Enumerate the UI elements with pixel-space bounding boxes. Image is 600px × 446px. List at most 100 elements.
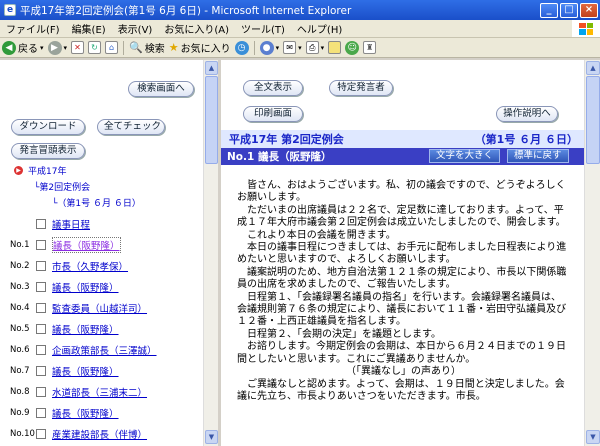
tree-year[interactable]: ▶ 平成17年	[14, 164, 66, 177]
menu-file[interactable]: ファイル(F)	[0, 21, 66, 36]
speech-paragraph: 皆さん、おはようございます。私、初の議会ですので、どうぞよろしくお願いします。	[237, 180, 566, 204]
check-all-button[interactable]: 全てチェック	[97, 119, 165, 135]
forward-button[interactable]: ▶ ▾	[47, 40, 67, 55]
speaker-line: No.1 議長（阪野隆）	[227, 151, 332, 163]
tree-expand-icon: ▶	[14, 166, 23, 175]
forward-arrow-icon: ▶	[47, 40, 62, 55]
manual-button[interactable]: 操作説明へ	[496, 106, 558, 122]
search-screen-button[interactable]: 検索画面へ	[128, 81, 194, 97]
search-button[interactable]: 🔍 検索	[129, 40, 165, 55]
item-checkbox[interactable]	[36, 366, 46, 376]
speaker-link[interactable]: 監査委員（山越洋司）	[52, 301, 147, 315]
speaker-link[interactable]: 水道部長（三浦末二）	[52, 385, 147, 399]
scroll-down-icon[interactable]: ▼	[586, 430, 600, 444]
list-item: No.5 議長（阪野隆）	[0, 319, 119, 339]
search-icon: 🔍	[129, 41, 143, 54]
research-button[interactable]: ♜	[363, 41, 377, 54]
download-button[interactable]: ダウンロード	[11, 119, 85, 135]
speaker-link[interactable]: 議長（阪野隆）	[52, 406, 119, 420]
research-icon: ♜	[363, 41, 377, 54]
right-scrollbar[interactable]: ▲ ▼	[584, 60, 600, 446]
list-item: No.6 企画政策部長（三澤誠）	[0, 340, 157, 360]
specific-speaker-button[interactable]: 特定発言者	[329, 80, 393, 96]
refresh-button[interactable]: ↻	[88, 41, 102, 54]
item-checkbox[interactable]	[36, 387, 46, 397]
messenger-button[interactable]: ☺	[345, 40, 360, 55]
edit-button[interactable]	[328, 41, 342, 54]
scroll-thumb[interactable]	[205, 76, 218, 164]
scroll-down-icon[interactable]: ▼	[205, 430, 218, 444]
item-checkbox[interactable]	[36, 219, 46, 229]
item-checkbox[interactable]	[36, 261, 46, 271]
speaker-link[interactable]: 産業建設部長（伴博）	[52, 427, 147, 441]
list-item: 議事日程	[0, 214, 90, 234]
history-button[interactable]: ◷	[234, 40, 249, 55]
item-number: No.9	[10, 408, 30, 418]
mail-icon: ✉	[283, 41, 297, 54]
menu-favorites[interactable]: お気に入り(A)	[158, 21, 235, 36]
home-icon: ⌂	[105, 41, 119, 54]
left-frame: 検索画面へ ダウンロード 全てチェック 発言冒頭表示 ▶ 平成17年 └第2回定…	[0, 60, 203, 446]
menu-view[interactable]: 表示(V)	[112, 21, 159, 36]
media-button[interactable]: ● ▾	[259, 40, 279, 55]
speech-paragraph: （「異議なし」の声あり）	[346, 366, 461, 378]
header-title: 平成17年 第2回定例会	[229, 133, 344, 146]
mail-button[interactable]: ✉ ▾	[283, 41, 302, 54]
tree-meeting[interactable]: └（第1号 ６月 ６日）	[52, 196, 141, 209]
speech-paragraph: ご異議なしと認めます。よって、会期は、１９日間と決定しました。会議に先立ち、市長…	[237, 378, 565, 402]
stop-button[interactable]: ✕	[71, 41, 85, 54]
list-item: No.3 議長（阪野隆）	[0, 277, 119, 297]
speaker-link[interactable]: 議長（阪野隆）	[52, 322, 119, 336]
print-button[interactable]: ⎙ ▾	[305, 41, 324, 54]
speaker-link[interactable]: 企画政策部長（三澤誠）	[52, 343, 157, 357]
close-button[interactable]: ×	[580, 2, 598, 18]
speaker-link[interactable]: 市長（久野孝保）	[52, 259, 128, 273]
text-larger-button[interactable]: 文字を大きく	[429, 149, 501, 163]
minimize-button[interactable]: _	[540, 2, 558, 18]
speaker-link[interactable]: 議長（阪野隆）	[52, 237, 121, 253]
schedule-link[interactable]: 議事日程	[52, 217, 90, 231]
scroll-up-icon[interactable]: ▲	[205, 61, 218, 75]
item-number: No.6	[10, 345, 30, 355]
stop-icon: ✕	[71, 41, 85, 54]
item-checkbox[interactable]	[36, 345, 46, 355]
list-item: No.7 議長（阪野隆）	[0, 361, 119, 381]
favorites-button[interactable]: ★ お気に入り	[169, 40, 231, 55]
left-scrollbar[interactable]: ▲ ▼	[203, 60, 218, 446]
tree-meeting-label: （第1号 ６月 ６日）	[57, 199, 141, 209]
print-screen-button[interactable]: 印刷画面	[243, 106, 303, 122]
item-checkbox[interactable]	[36, 282, 46, 292]
back-arrow-icon: ◀	[2, 40, 16, 55]
printer-icon: ⎙	[305, 41, 319, 54]
speaker-list-button[interactable]: 発言冒頭表示	[11, 143, 85, 159]
star-icon: ★	[168, 41, 179, 54]
speaker-link[interactable]: 議長（阪野隆）	[52, 280, 119, 294]
maximize-button[interactable]: □	[560, 2, 578, 18]
menu-tools[interactable]: ツール(T)	[235, 21, 291, 36]
list-item: No.2 市長（久野孝保）	[0, 256, 128, 276]
item-checkbox[interactable]	[36, 303, 46, 313]
tree-session[interactable]: └第2回定例会	[34, 180, 90, 193]
item-checkbox[interactable]	[36, 429, 46, 439]
menu-edit[interactable]: 編集(E)	[66, 21, 112, 36]
search-label: 検索	[144, 44, 165, 55]
list-item: No.10 産業建設部長（伴博）	[0, 424, 147, 444]
messenger-icon: ☺	[345, 40, 360, 55]
speech-paragraph: 日程第２、「会期の決定」を議題とします。	[247, 328, 441, 340]
text-standard-button[interactable]: 標準に戻す	[507, 149, 569, 163]
show-all-button[interactable]: 全文表示	[243, 80, 303, 96]
speech-paragraph: これより本日の会議を開きます。	[247, 229, 396, 241]
speaker-header: No.1 議長（阪野隆） 文字を大きく 標準に戻す	[221, 148, 584, 165]
scroll-thumb[interactable]	[586, 76, 600, 164]
back-button[interactable]: ◀ 戻る ▾	[2, 40, 44, 55]
scroll-up-icon[interactable]: ▲	[586, 61, 600, 75]
home-button[interactable]: ⌂	[105, 41, 119, 54]
item-checkbox[interactable]	[36, 324, 46, 334]
item-checkbox[interactable]	[36, 240, 46, 250]
speech-paragraph: 本日の議事日程につきましては、お手元に配布しました日程表により進めたいと思います…	[237, 242, 567, 266]
speech-paragraph: 日程第１、「会議録署名議員の指名」を行います。会議録署名議員は、会議規則第７６条…	[237, 291, 567, 328]
window-title: 平成17年第2回定例会(第1号 6月 6日) - Microsoft Inter…	[20, 4, 352, 17]
speaker-link[interactable]: 議長（阪野隆）	[52, 364, 119, 378]
item-checkbox[interactable]	[36, 408, 46, 418]
menu-help[interactable]: ヘルプ(H)	[291, 21, 348, 36]
